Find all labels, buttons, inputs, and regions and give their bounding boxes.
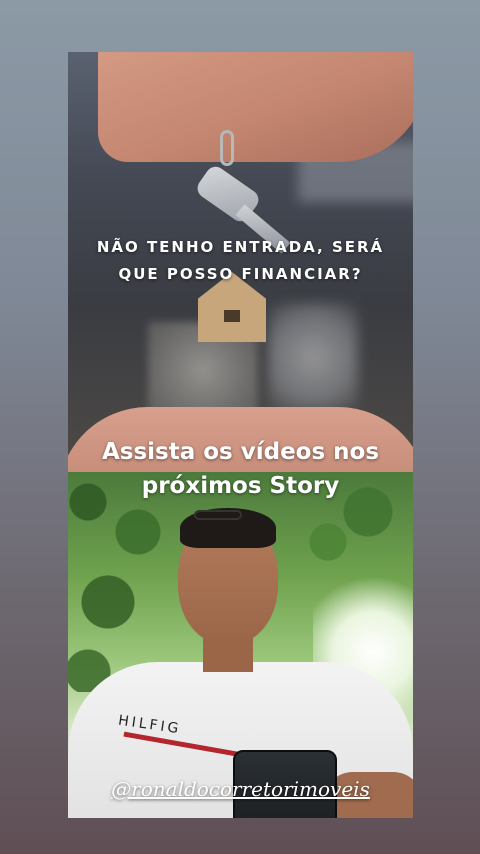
cta-line-1: Assista os vídeos nos bbox=[101, 439, 380, 465]
cta-line-2: próximos Story bbox=[141, 473, 340, 499]
mention-sticker[interactable]: @ronaldocorretorimoveis bbox=[68, 777, 413, 801]
background-light bbox=[268, 302, 358, 412]
headline-line-1: NÃO TENHO ENTRADA, SERÁ bbox=[96, 238, 385, 256]
cta-text: Assista os vídeos nos próximos Story bbox=[68, 435, 413, 503]
headline-line-2: QUE POSSO FINANCIAR? bbox=[118, 265, 363, 283]
story-card[interactable]: NÃO TENHO ENTRADA, SERÁ QUE POSSO FINANC… bbox=[68, 52, 413, 818]
sunglasses-on-head bbox=[194, 510, 242, 520]
story-headline: NÃO TENHO ENTRADA, SERÁ QUE POSSO FINANC… bbox=[68, 234, 413, 288]
house-window bbox=[224, 310, 240, 322]
selfie-photo: HILFIG bbox=[68, 472, 413, 818]
keyring-icon bbox=[220, 130, 234, 166]
hand-holding-keys bbox=[98, 52, 413, 162]
